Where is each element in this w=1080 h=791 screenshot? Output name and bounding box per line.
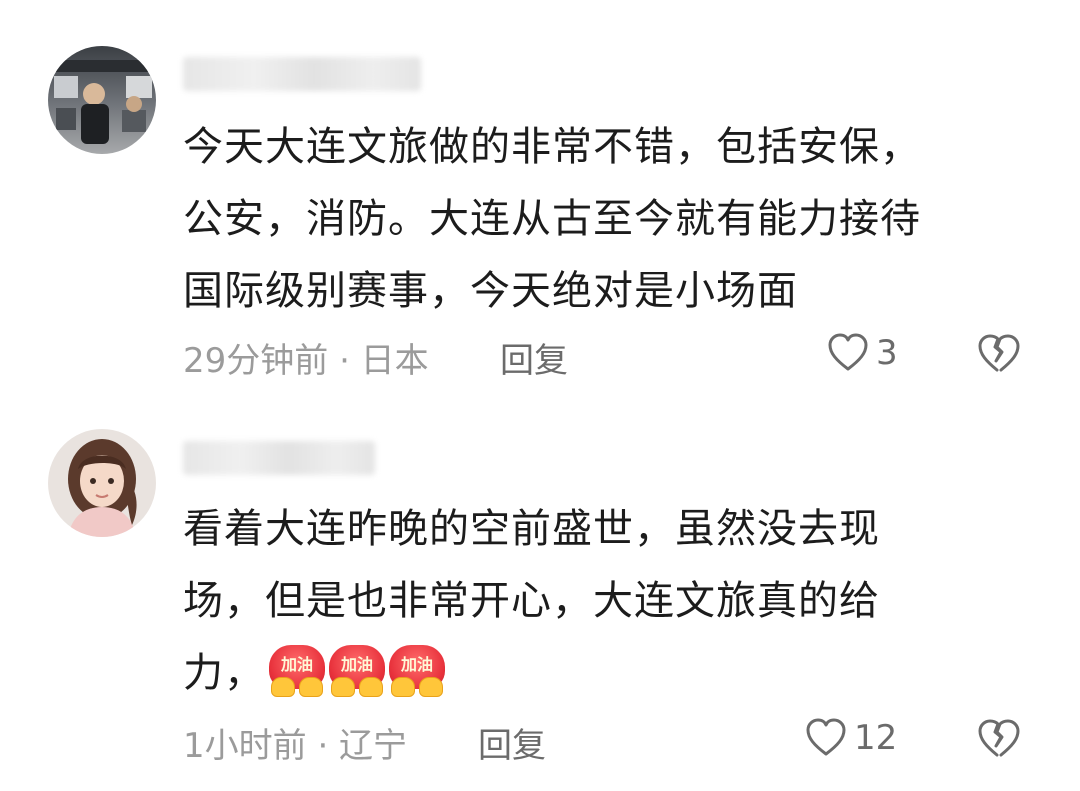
avatar-photo	[48, 46, 156, 154]
jiayou-emoji: 加油	[269, 645, 325, 697]
emoji-label: 加油	[280, 655, 313, 674]
comment-text-fragment: 力，	[183, 650, 265, 696]
heart-outline-icon	[828, 333, 868, 371]
broken-heart-icon	[978, 334, 1020, 372]
comment-item: 看着大连昨晚的空前盛世，虽然没去现 场，但是也非常开心，大连文旅真的给 力， 加…	[0, 400, 1080, 791]
emoji-label: 加油	[340, 655, 373, 674]
reply-button[interactable]: 回复	[500, 333, 568, 382]
avatar-illustration	[48, 429, 156, 537]
avatar[interactable]	[48, 46, 156, 154]
comment-text-line: 看着大连昨晚的空前盛世，虽然没去现	[183, 506, 880, 552]
comment-meta: 29分钟前 · 日本	[183, 341, 429, 381]
heart-outline-icon	[806, 718, 846, 756]
reply-button[interactable]: 回复	[478, 718, 546, 767]
like-button[interactable]: 12	[804, 716, 897, 760]
jiayou-emoji: 加油	[329, 645, 385, 697]
emoji-label: 加油	[400, 655, 433, 674]
comment-text-line: 今天大连文旅做的非常不错，包括安保，	[183, 124, 921, 170]
username-blurred[interactable]	[183, 441, 375, 475]
broken-heart-icon	[978, 719, 1020, 757]
emoji-group: 加油 加油 加油	[269, 645, 445, 697]
dislike-button[interactable]	[976, 716, 1022, 764]
comment-meta: 1小时前 · 辽宁	[183, 726, 408, 766]
comment-text-line-with-emoji: 力， 加油 加油 加油	[183, 637, 1003, 709]
comment-item: 今天大连文旅做的非常不错，包括安保， 公安，消防。大连从古至今就有能力接待 国际…	[0, 0, 1080, 400]
comment-text: 今天大连文旅做的非常不错，包括安保， 公安，消防。大连从古至今就有能力接待 国际…	[183, 111, 1003, 327]
jiayou-emoji: 加油	[389, 645, 445, 697]
comment-text: 看着大连昨晚的空前盛世，虽然没去现 场，但是也非常开心，大连文旅真的给 力， 加…	[183, 493, 1003, 709]
username-blurred[interactable]	[183, 57, 421, 91]
avatar[interactable]	[48, 429, 156, 537]
like-count: 3	[876, 333, 898, 373]
like-button[interactable]: 3	[826, 331, 898, 375]
like-count: 12	[854, 718, 898, 758]
comment-text-line: 国际级别赛事，今天绝对是小场面	[183, 268, 798, 314]
dislike-button[interactable]	[976, 331, 1022, 379]
comment-text-line: 公安，消防。大连从古至今就有能力接待	[183, 196, 921, 242]
comment-text-line: 场，但是也非常开心，大连文旅真的给	[183, 578, 880, 624]
